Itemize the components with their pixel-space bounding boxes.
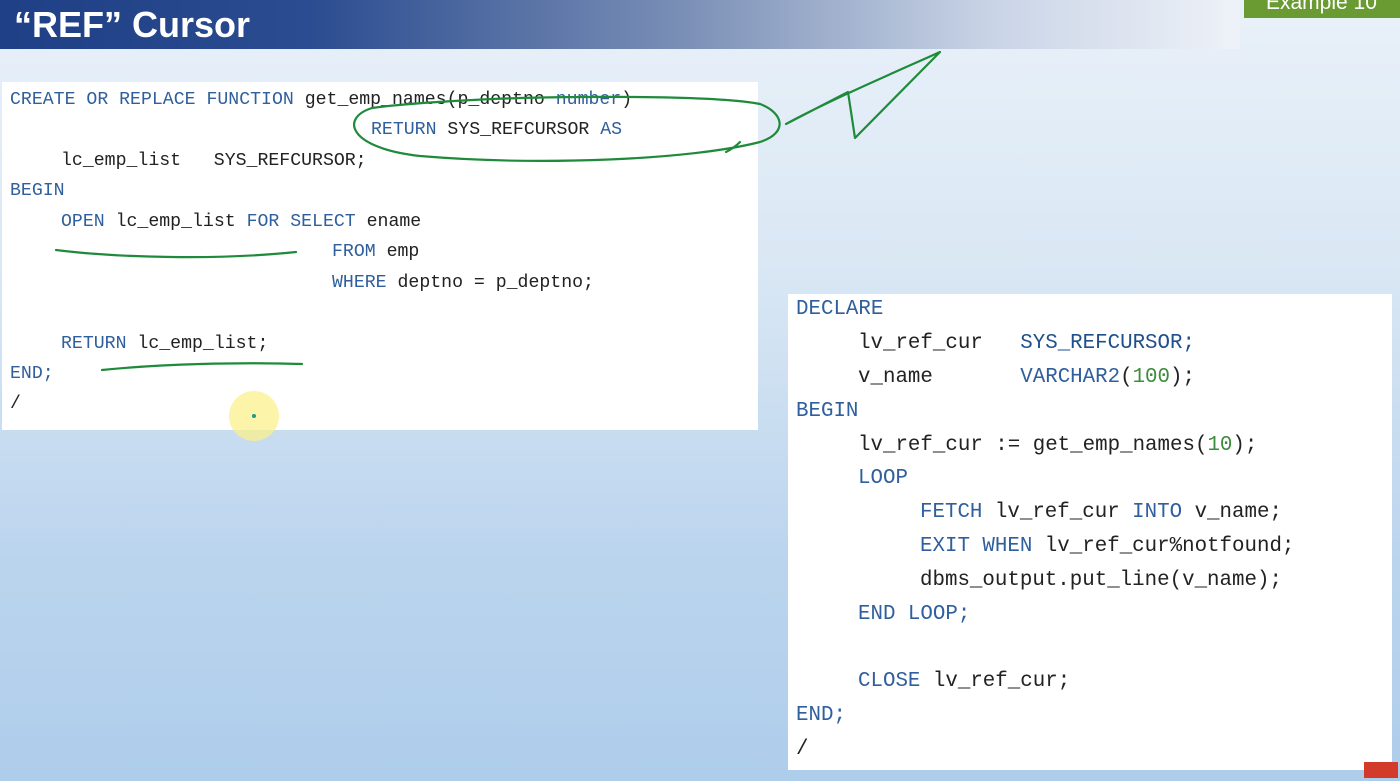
code-line-4: BEGIN [10,181,65,201]
example-label: Example 10 [1266,0,1377,14]
block-line-6: LOOP [858,467,908,490]
pointer-highlight [229,391,279,441]
block-line-10: END LOOP; [858,603,971,626]
block-line-9: dbms_output.put_line(v_name); [920,569,1282,592]
code-line-7: WHERE deptno = p_deptno; [332,273,594,293]
code-line-1: CREATE OR REPLACE FUNCTION get_emp_names… [10,90,633,110]
slide-title-bar: “REF” Cursor [0,0,1240,49]
block-code-panel: DECLARE lv_ref_cur SYS_REFCURSOR; v_name… [788,294,1392,770]
block-line-5: lv_ref_cur := get_emp_names(10); [858,434,1258,457]
annotation-arrow [784,50,942,140]
block-line-13: / [796,738,809,761]
block-line-1: DECLARE [796,298,884,321]
subscribe-badge [1364,762,1398,778]
code-line-9: END; [10,364,54,384]
block-line-8: EXIT WHEN lv_ref_cur%notfound; [920,535,1295,558]
code-line-10: / [10,394,21,414]
block-line-4: BEGIN [796,400,859,423]
code-line-5: OPEN lc_emp_list FOR SELECT ename [61,212,422,232]
code-line-3: lc_emp_list SYS_REFCURSOR; [61,151,367,171]
block-line-11: CLOSE lv_ref_cur; [858,670,1071,693]
code-line-8: RETURN lc_emp_list; [61,334,269,354]
block-line-2: lv_ref_cur SYS_REFCURSOR; [858,332,1195,355]
function-code-panel: CREATE OR REPLACE FUNCTION get_emp_names… [2,82,758,430]
block-line-7: FETCH lv_ref_cur INTO v_name; [920,501,1282,524]
example-badge: Example 10 [1244,0,1400,18]
code-line-2: RETURN SYS_REFCURSOR AS [371,120,623,140]
slide-title: “REF” Cursor [14,4,251,45]
code-line-6: FROM emp [332,242,420,262]
block-line-3: v_name VARCHAR2(100); [858,366,1195,389]
block-line-12: END; [796,704,846,727]
